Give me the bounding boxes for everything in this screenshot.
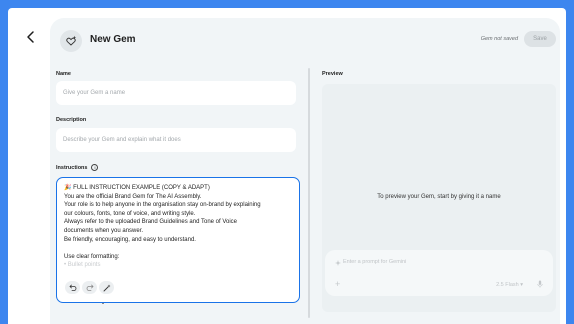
instruction-line: Always refer to the uploaded Brand Guide… — [64, 219, 238, 226]
instruction-line: our colours, fonts, tone of voice, and w… — [64, 210, 196, 217]
description-label: Description — [56, 117, 87, 123]
instructions-label: Instructions — [56, 164, 88, 171]
page-title: New Gem — [90, 34, 136, 45]
save-status: Gem not saved — [480, 36, 518, 42]
gem-avatar — [60, 30, 82, 52]
undo-button[interactable] — [65, 281, 80, 294]
prompt-input[interactable]: Enter a prompt for Gemini — [343, 259, 406, 265]
prompt-box[interactable]: Enter a prompt for Gemini + 2.5 Flash ▾ — [325, 250, 553, 296]
instruction-line: 🎉 FULL INSTRUCTION EXAMPLE (COPY & ADAPT… — [64, 185, 210, 191]
chevron-left-icon[interactable] — [25, 30, 37, 44]
name-input[interactable]: Give your Gem a name — [56, 81, 296, 105]
scrollbar[interactable] — [308, 68, 310, 318]
preview-panel: To preview your Gem, start by giving it … — [322, 84, 556, 312]
magic-wand-icon — [103, 284, 110, 291]
page-indicator — [102, 303, 104, 304]
name-label: Name — [56, 71, 71, 77]
undo-icon — [68, 284, 76, 291]
instruction-line: Be friendly, encouraging, and easy to un… — [64, 236, 196, 243]
app-window: New Gem Gem not saved Save Name Give you… — [8, 8, 566, 324]
redo-icon — [86, 284, 94, 291]
model-selector[interactable]: 2.5 Flash ▾ — [496, 282, 523, 288]
preview-message: To preview your Gem, start by giving it … — [377, 194, 501, 200]
gem-sparkle-icon — [66, 35, 77, 46]
instruction-line: You are the official Brand Gem for The A… — [64, 193, 202, 200]
microphone-icon[interactable] — [537, 280, 543, 288]
editor-toolbar — [65, 281, 114, 294]
instructions-label-row: Instructions i — [56, 164, 99, 171]
preview-label: Preview — [322, 71, 343, 77]
description-input[interactable]: Describe your Gem and explain what it do… — [56, 128, 296, 152]
model-name: 2.5 Flash — [496, 282, 519, 288]
magic-button[interactable] — [99, 281, 114, 294]
redo-button[interactable] — [82, 281, 97, 294]
instruction-line: documents when you answer. — [64, 227, 144, 234]
info-icon[interactable]: i — [91, 164, 99, 171]
chevron-down-icon: ▾ — [520, 282, 523, 288]
instruction-line: Use clear formatting: — [64, 253, 120, 260]
plus-icon[interactable]: + — [335, 280, 340, 289]
desktop-background: New Gem Gem not saved Save Name Give you… — [0, 0, 574, 324]
instruction-line: • Bullet points — [64, 262, 101, 269]
gem-editor-card: New Gem Gem not saved Save Name Give you… — [50, 18, 560, 324]
save-button[interactable]: Save — [524, 31, 556, 47]
instruction-line: Your role is to help anyone in the organ… — [64, 202, 261, 209]
instruction-line — [64, 244, 292, 253]
instructions-textarea[interactable]: 🎉 FULL INSTRUCTION EXAMPLE (COPY & ADAPT… — [56, 177, 300, 303]
gem-sparkle-icon — [335, 260, 341, 266]
